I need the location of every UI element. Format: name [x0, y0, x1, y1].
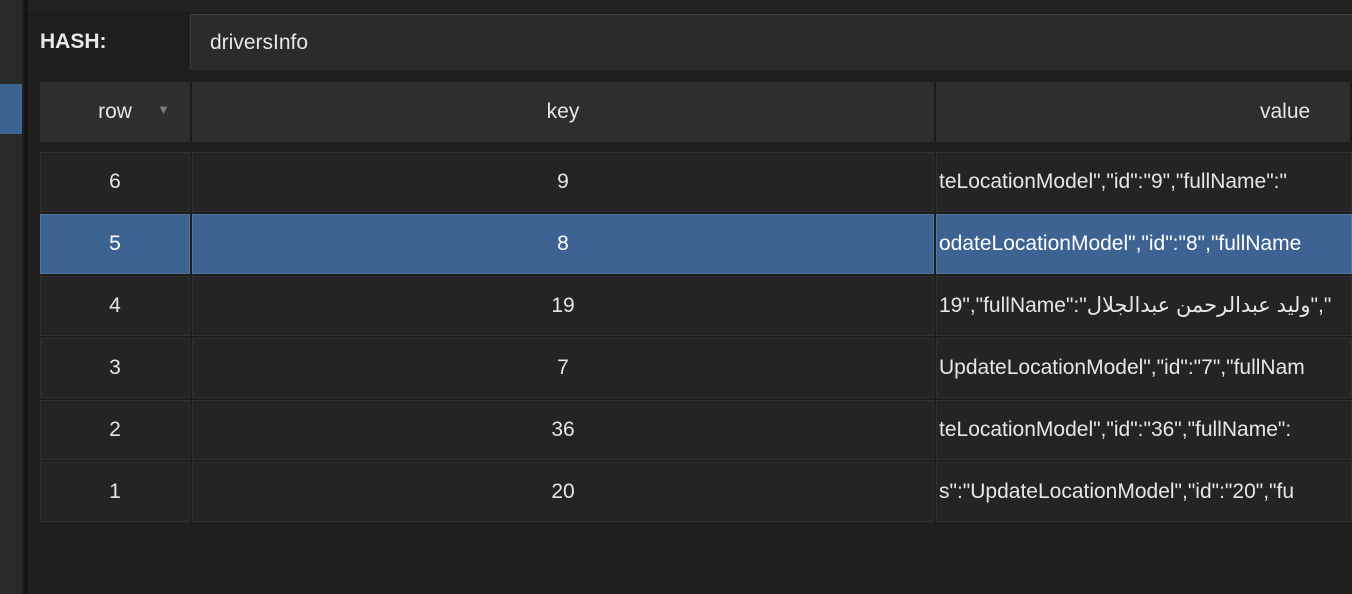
- key-cell: 20: [192, 462, 934, 522]
- column-header-value[interactable]: value: [936, 82, 1352, 142]
- row-number-cell: 5: [40, 214, 190, 274]
- top-toolbar: [28, 0, 1352, 12]
- column-header-label: value: [1260, 100, 1311, 123]
- table-row[interactable]: 3 7 UpdateLocationModel","id":"7","fullN…: [40, 338, 1352, 398]
- key-cell: 19: [192, 276, 934, 336]
- value-cell: odateLocationModel","id":"8","fullName: [936, 214, 1352, 274]
- row-number-cell: 6: [40, 152, 190, 212]
- column-header-key[interactable]: key: [192, 82, 936, 142]
- table-header: row ▼ key value: [40, 82, 1352, 142]
- value-cell: teLocationModel","id":"36","fullName":: [936, 400, 1352, 460]
- row-number-cell: 3: [40, 338, 190, 398]
- value-cell: s":"UpdateLocationModel","id":"20","fu: [936, 462, 1352, 522]
- sidebar-selected-item[interactable]: [0, 84, 22, 134]
- table-row[interactable]: 1 20 s":"UpdateLocationModel","id":"20",…: [40, 462, 1352, 522]
- row-number-cell: 2: [40, 400, 190, 460]
- key-cell: 7: [192, 338, 934, 398]
- table-row[interactable]: 4 19 19","fullName":"وليد عبدالرحمن عبدا…: [40, 276, 1352, 336]
- redis-hash-viewer: HASH: driversInfo row ▼ key value 6 9 te…: [0, 0, 1352, 594]
- key-cell: 9: [192, 152, 934, 212]
- value-cell: UpdateLocationModel","id":"7","fullNam: [936, 338, 1352, 398]
- key-cell: 8: [192, 214, 934, 274]
- pane-splitter[interactable]: [24, 0, 28, 594]
- table-row[interactable]: 6 9 teLocationModel","id":"9","fullName"…: [40, 152, 1352, 212]
- row-number-cell: 4: [40, 276, 190, 336]
- column-header-row[interactable]: row ▼: [40, 82, 192, 142]
- table-row-selected[interactable]: 5 8 odateLocationModel","id":"8","fullNa…: [40, 214, 1352, 274]
- hash-key-field[interactable]: driversInfo: [190, 14, 1352, 70]
- sort-descending-icon: ▼: [157, 102, 170, 117]
- column-header-label: row: [98, 100, 132, 123]
- value-cell: teLocationModel","id":"9","fullName":": [936, 152, 1352, 212]
- column-header-label: key: [546, 100, 580, 123]
- sidebar-strip: [0, 0, 22, 594]
- hash-label: HASH:: [40, 30, 107, 53]
- key-cell: 36: [192, 400, 934, 460]
- value-cell: 19","fullName":"وليد عبدالرحمن عبدالجلال…: [936, 276, 1352, 336]
- table-row[interactable]: 2 36 teLocationModel","id":"36","fullNam…: [40, 400, 1352, 460]
- row-number-cell: 1: [40, 462, 190, 522]
